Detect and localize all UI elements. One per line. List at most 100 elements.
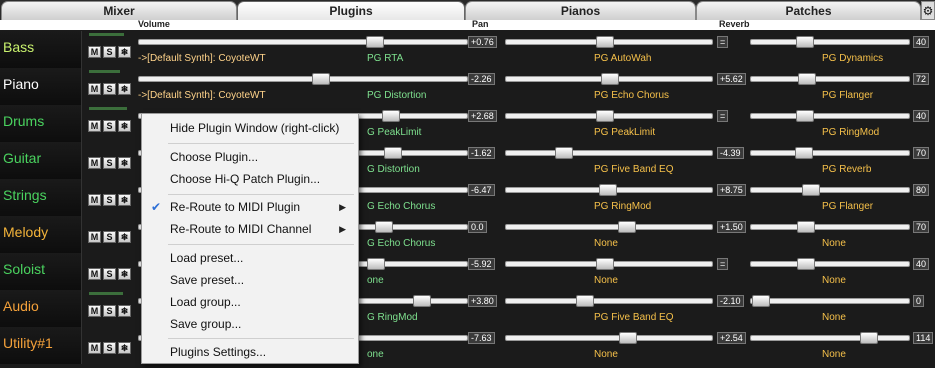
- reverb-slider[interactable]: [750, 258, 910, 270]
- solo-button[interactable]: S: [103, 157, 116, 169]
- solo-button[interactable]: S: [103, 268, 116, 280]
- plugin-slot-2[interactable]: None: [594, 238, 618, 249]
- menu-load-group[interactable]: Load group...: [142, 291, 358, 313]
- tab-patches[interactable]: Patches: [696, 1, 921, 20]
- solo-button[interactable]: S: [103, 342, 116, 354]
- plugin-slot-1[interactable]: G Distortion: [367, 164, 420, 175]
- menu-reroute-midi-channel[interactable]: Re-Route to MIDI Channel ▶: [142, 218, 358, 240]
- gear-icon[interactable]: ⚙: [921, 1, 935, 20]
- edit-icon[interactable]: ❄: [118, 83, 131, 95]
- pan-slider[interactable]: [505, 332, 713, 344]
- mute-button[interactable]: M: [88, 342, 101, 354]
- reverb-slider[interactable]: [750, 184, 910, 196]
- menu-choose-plugin[interactable]: Choose Plugin...: [142, 146, 358, 168]
- track-name[interactable]: Drums: [0, 105, 82, 142]
- plugin-slot-1[interactable]: G RingMod: [367, 312, 418, 323]
- plugin-slot-3[interactable]: PG Dynamics: [822, 53, 883, 64]
- reverb-slider-thumb[interactable]: [796, 110, 814, 122]
- menu-save-group[interactable]: Save group...: [142, 313, 358, 335]
- reverb-slider[interactable]: [750, 36, 910, 48]
- reverb-slider[interactable]: [750, 73, 910, 85]
- plugin-slot-3[interactable]: PG Flanger: [822, 201, 873, 212]
- track-name[interactable]: Strings: [0, 179, 82, 216]
- reverb-slider-thumb[interactable]: [752, 295, 770, 307]
- mute-button[interactable]: M: [88, 157, 101, 169]
- volume-slider-thumb[interactable]: [413, 295, 431, 307]
- volume-slider-thumb[interactable]: [384, 147, 402, 159]
- volume-slider[interactable]: [138, 36, 468, 48]
- plugin-slot-3[interactable]: None: [822, 349, 846, 360]
- mute-button[interactable]: M: [88, 305, 101, 317]
- tab-pianos[interactable]: Pianos: [465, 1, 696, 20]
- plugin-slot-2[interactable]: None: [594, 275, 618, 286]
- pan-slider[interactable]: [505, 147, 713, 159]
- pan-slider[interactable]: [505, 73, 713, 85]
- plugin-slot-3[interactable]: PG Reverb: [822, 164, 871, 175]
- pan-slider-thumb[interactable]: [555, 147, 573, 159]
- edit-icon[interactable]: ❄: [118, 342, 131, 354]
- pan-slider[interactable]: [505, 36, 713, 48]
- menu-choose-hq-patch-plugin[interactable]: Choose Hi-Q Patch Plugin...: [142, 168, 358, 190]
- pan-slider[interactable]: [505, 110, 713, 122]
- pan-slider[interactable]: [505, 295, 713, 307]
- plugin-slot-1[interactable]: one: [367, 275, 384, 286]
- volume-slider-thumb[interactable]: [375, 221, 393, 233]
- solo-button[interactable]: S: [103, 120, 116, 132]
- reverb-slider[interactable]: [750, 110, 910, 122]
- track-name[interactable]: Bass: [0, 31, 82, 68]
- volume-slider[interactable]: [138, 73, 468, 85]
- synth-label[interactable]: ->[Default Synth]: CoyoteWT: [138, 90, 266, 101]
- plugin-slot-3[interactable]: None: [822, 312, 846, 323]
- plugin-slot-2[interactable]: PG PeakLimit: [594, 127, 655, 138]
- reverb-slider[interactable]: [750, 332, 910, 344]
- reverb-slider-thumb[interactable]: [860, 332, 878, 344]
- reverb-slider-thumb[interactable]: [798, 73, 816, 85]
- edit-icon[interactable]: ❄: [118, 157, 131, 169]
- mute-button[interactable]: M: [88, 231, 101, 243]
- reverb-slider-thumb[interactable]: [797, 258, 815, 270]
- menu-save-preset[interactable]: Save preset...: [142, 269, 358, 291]
- reverb-slider[interactable]: [750, 221, 910, 233]
- edit-icon[interactable]: ❄: [118, 120, 131, 132]
- mute-button[interactable]: M: [88, 194, 101, 206]
- pan-slider-thumb[interactable]: [576, 295, 594, 307]
- plugin-slot-2[interactable]: PG Echo Chorus: [594, 90, 669, 101]
- plugin-slot-2[interactable]: PG Five Band EQ: [594, 164, 673, 175]
- edit-icon[interactable]: ❄: [118, 194, 131, 206]
- mute-button[interactable]: M: [88, 268, 101, 280]
- reverb-slider-thumb[interactable]: [802, 184, 820, 196]
- volume-slider-thumb[interactable]: [382, 110, 400, 122]
- solo-button[interactable]: S: [103, 46, 116, 58]
- edit-icon[interactable]: ❄: [118, 305, 131, 317]
- plugin-slot-1[interactable]: G Echo Chorus: [367, 238, 435, 249]
- track-name[interactable]: Utility#1: [0, 327, 82, 364]
- reverb-slider-thumb[interactable]: [795, 147, 813, 159]
- volume-slider-thumb[interactable]: [367, 258, 385, 270]
- track-name[interactable]: Piano: [0, 68, 82, 105]
- volume-slider-thumb[interactable]: [312, 73, 330, 85]
- pan-slider-thumb[interactable]: [599, 184, 617, 196]
- pan-slider-thumb[interactable]: [596, 36, 614, 48]
- plugin-slot-3[interactable]: None: [822, 238, 846, 249]
- plugin-slot-3[interactable]: PG Flanger: [822, 90, 873, 101]
- reverb-slider[interactable]: [750, 295, 910, 307]
- reverb-slider-thumb[interactable]: [796, 36, 814, 48]
- plugin-slot-3[interactable]: None: [822, 275, 846, 286]
- solo-button[interactable]: S: [103, 231, 116, 243]
- menu-reroute-midi-plugin[interactable]: ✔ Re-Route to MIDI Plugin ▶: [142, 196, 358, 218]
- pan-slider-thumb[interactable]: [596, 110, 614, 122]
- pan-slider[interactable]: [505, 221, 713, 233]
- track-name[interactable]: Audio: [0, 290, 82, 327]
- edit-icon[interactable]: ❄: [118, 268, 131, 280]
- plugin-slot-1[interactable]: PG Distortion: [367, 90, 426, 101]
- plugin-slot-1[interactable]: one: [367, 349, 384, 360]
- plugin-slot-2[interactable]: None: [594, 349, 618, 360]
- plugin-slot-1[interactable]: G Echo Chorus: [367, 201, 435, 212]
- edit-icon[interactable]: ❄: [118, 46, 131, 58]
- plugin-slot-3[interactable]: PG RingMod: [822, 127, 879, 138]
- menu-load-preset[interactable]: Load preset...: [142, 247, 358, 269]
- solo-button[interactable]: S: [103, 305, 116, 317]
- plugin-slot-2[interactable]: PG RingMod: [594, 201, 651, 212]
- edit-icon[interactable]: ❄: [118, 231, 131, 243]
- pan-slider-thumb[interactable]: [601, 73, 619, 85]
